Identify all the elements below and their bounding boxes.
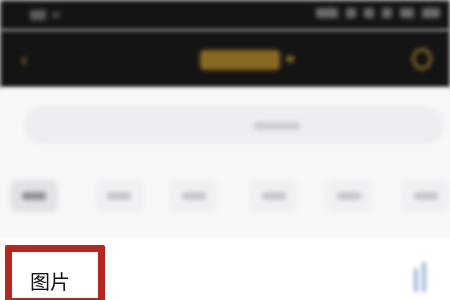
status-indicator	[30, 10, 46, 20]
tab-item[interactable]	[250, 180, 298, 212]
chevron-down-icon[interactable]	[286, 56, 294, 62]
search-input[interactable]	[24, 106, 444, 144]
status-bar	[0, 0, 450, 30]
image-section-highlight[interactable]: 图片	[5, 245, 105, 300]
search-icon[interactable]	[412, 48, 432, 70]
back-arrow-icon[interactable]: ‹	[20, 48, 36, 72]
section-label: 图片	[30, 270, 70, 294]
tab-item[interactable]	[95, 180, 143, 212]
top-nav-bar: ‹	[0, 30, 450, 88]
app-screen: ‹ 图片	[0, 0, 450, 300]
search-area	[0, 88, 450, 158]
category-tabs	[0, 168, 450, 228]
tab-item[interactable]	[10, 180, 58, 212]
status-icons	[316, 8, 440, 18]
search-placeholder	[254, 122, 300, 130]
image-thumbnail-icon	[414, 262, 428, 292]
tab-item[interactable]	[325, 180, 373, 212]
tab-item[interactable]	[170, 180, 218, 212]
status-indicator	[52, 12, 60, 18]
tab-item[interactable]	[402, 180, 450, 212]
nav-title[interactable]	[200, 50, 280, 70]
